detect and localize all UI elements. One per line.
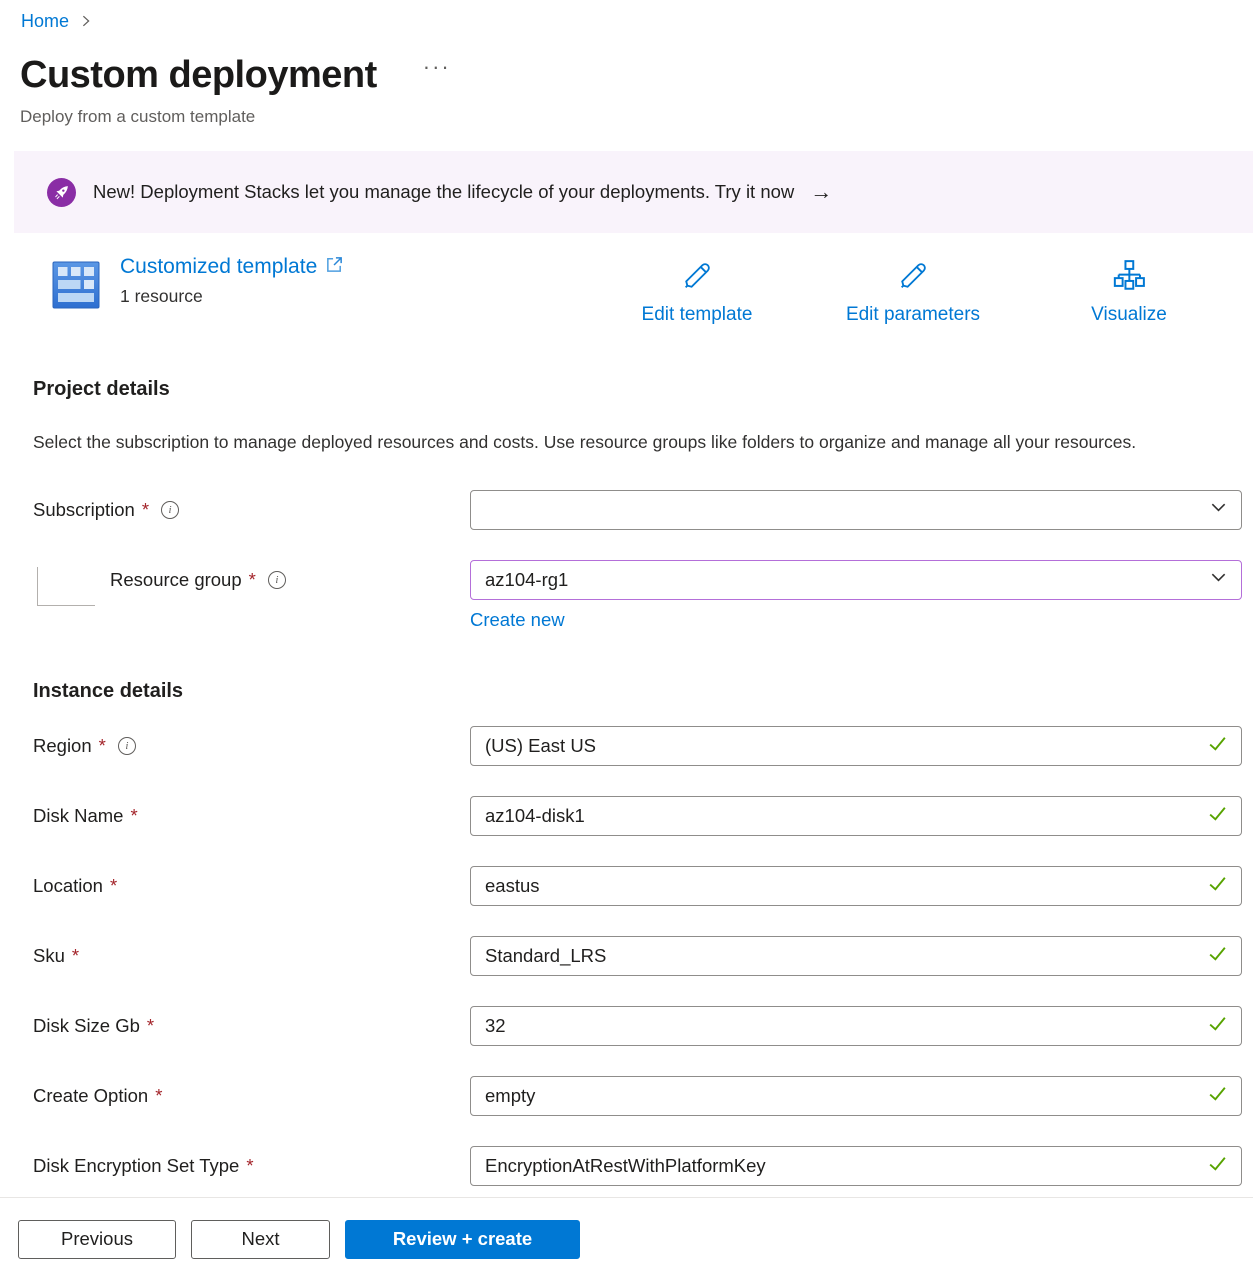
- required-asterisk: *: [110, 875, 117, 897]
- subscription-label: Subscription: [33, 499, 135, 521]
- chevron-right-icon: [79, 14, 93, 28]
- template-actions: Edit template Edit parameters: [617, 255, 1209, 326]
- disk-name-input-wrap: [470, 796, 1242, 836]
- page-header: Custom deployment ···: [20, 52, 1253, 98]
- sku-input-wrap: [470, 936, 1242, 976]
- edit-template-label: Edit template: [642, 304, 753, 326]
- location-row: Location *: [33, 866, 1253, 906]
- required-asterisk: *: [155, 1085, 162, 1107]
- resource-group-label: Resource group: [110, 569, 242, 591]
- region-row: Region * i: [33, 726, 1253, 766]
- create-option-input[interactable]: [470, 1076, 1242, 1116]
- more-menu-icon[interactable]: ···: [423, 62, 451, 72]
- required-asterisk: *: [249, 569, 256, 591]
- required-asterisk: *: [147, 1015, 154, 1037]
- template-summary: Customized template 1 resource Edit temp…: [52, 255, 1253, 331]
- project-details-heading: Project details: [33, 378, 1253, 404]
- customized-template-link[interactable]: Customized template: [120, 255, 317, 279]
- disk-size-row: Disk Size Gb *: [33, 1006, 1253, 1046]
- location-input[interactable]: [470, 866, 1242, 906]
- project-details-description: Select the subscription to manage deploy…: [33, 427, 1183, 458]
- location-input-wrap: [470, 866, 1242, 906]
- previous-button[interactable]: Previous: [18, 1220, 176, 1259]
- location-label: Location: [33, 875, 103, 897]
- breadcrumb: Home: [0, 0, 1253, 33]
- resource-group-row: Resource group * i az104-rg1: [33, 560, 1253, 600]
- banner-message: New! Deployment Stacks let you manage th…: [93, 181, 794, 203]
- page-title: Custom deployment: [20, 54, 377, 97]
- pencil-icon: [680, 259, 714, 298]
- edit-parameters-label: Edit parameters: [846, 304, 980, 326]
- info-icon[interactable]: i: [118, 737, 136, 755]
- resource-count: 1 resource: [120, 286, 344, 307]
- create-option-label: Create Option: [33, 1085, 148, 1107]
- region-input[interactable]: [470, 726, 1242, 766]
- org-chart-icon: [1112, 259, 1146, 298]
- review-create-button[interactable]: Review + create: [345, 1220, 580, 1259]
- disk-size-input-wrap: [470, 1006, 1242, 1046]
- resource-group-value: az104-rg1: [485, 569, 568, 591]
- required-asterisk: *: [246, 1155, 253, 1177]
- required-asterisk: *: [130, 805, 137, 827]
- region-input-wrap: [470, 726, 1242, 766]
- create-option-row: Create Option *: [33, 1076, 1253, 1116]
- sku-row: Sku *: [33, 936, 1253, 976]
- external-link-icon[interactable]: [325, 255, 344, 279]
- disk-name-label: Disk Name: [33, 805, 123, 827]
- create-new-link[interactable]: Create new: [470, 609, 565, 630]
- field-connector-line: [37, 567, 95, 606]
- visualize-label: Visualize: [1091, 304, 1167, 326]
- disk-encryption-label: Disk Encryption Set Type: [33, 1155, 239, 1177]
- visualize-button[interactable]: Visualize: [1049, 255, 1209, 326]
- region-label: Region: [33, 735, 92, 757]
- disk-name-row: Disk Name *: [33, 796, 1253, 836]
- template-grid-icon: [52, 261, 100, 309]
- resource-group-dropdown[interactable]: az104-rg1: [470, 560, 1242, 600]
- required-asterisk: *: [142, 499, 149, 521]
- disk-name-input[interactable]: [470, 796, 1242, 836]
- disk-size-label: Disk Size Gb: [33, 1015, 140, 1037]
- subscription-row: Subscription * i: [33, 490, 1253, 530]
- pencil-icon: [896, 259, 930, 298]
- edit-parameters-button[interactable]: Edit parameters: [833, 255, 993, 326]
- rocket-icon: [47, 178, 76, 207]
- sku-input[interactable]: [470, 936, 1242, 976]
- required-asterisk: *: [99, 735, 106, 757]
- disk-encryption-input-wrap: [470, 1146, 1242, 1186]
- disk-encryption-row: Disk Encryption Set Type *: [33, 1146, 1253, 1186]
- subscription-dropdown[interactable]: [470, 490, 1242, 530]
- disk-size-input[interactable]: [470, 1006, 1242, 1046]
- wizard-footer: Previous Next Review + create: [0, 1197, 1253, 1280]
- sku-label: Sku: [33, 945, 65, 967]
- disk-encryption-input[interactable]: [470, 1146, 1242, 1186]
- required-asterisk: *: [72, 945, 79, 967]
- instance-details-heading: Instance details: [33, 680, 1253, 706]
- next-button[interactable]: Next: [191, 1220, 330, 1259]
- breadcrumb-home-link[interactable]: Home: [21, 11, 69, 32]
- info-icon[interactable]: i: [161, 501, 179, 519]
- arrow-right-icon[interactable]: →: [810, 179, 832, 205]
- edit-template-button[interactable]: Edit template: [617, 255, 777, 326]
- deployment-stacks-banner[interactable]: New! Deployment Stacks let you manage th…: [14, 151, 1253, 233]
- info-icon[interactable]: i: [268, 571, 286, 589]
- page-subtitle: Deploy from a custom template: [20, 107, 1253, 129]
- create-option-input-wrap: [470, 1076, 1242, 1116]
